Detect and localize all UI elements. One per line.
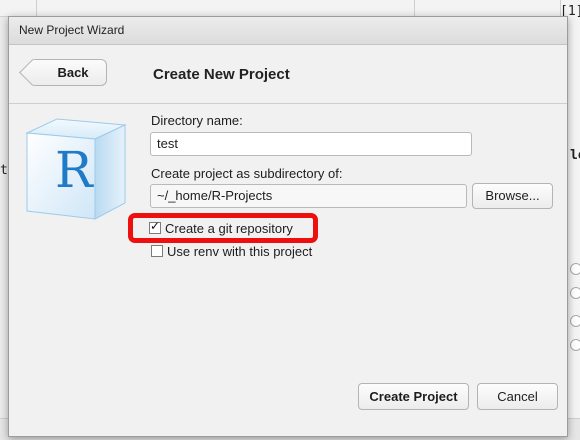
back-button[interactable]: Back (19, 59, 107, 86)
back-arrow-icon (19, 59, 46, 86)
new-project-dialog: New Project Wizard Back Create New Proje… (8, 16, 568, 437)
browse-button[interactable]: Browse... (472, 183, 553, 209)
subdirectory-input[interactable]: ~/_home/R-Projects (150, 184, 467, 208)
renv-checkbox-row[interactable]: Use renv with this project (151, 244, 351, 260)
background-pane-text: le (570, 148, 580, 163)
wizard-header: Back Create New Project (9, 45, 567, 103)
background-toolbar (0, 0, 580, 17)
background-editor-text: t (0, 163, 8, 178)
renv-label: Use renv with this project (167, 244, 313, 259)
directory-name-input[interactable]: test (150, 132, 472, 156)
dialog-title: New Project Wizard (19, 23, 125, 37)
background-radio (570, 287, 580, 299)
r-project-icon: R (25, 118, 127, 220)
renv-checkbox[interactable] (151, 245, 163, 257)
background-radio (570, 339, 580, 351)
header-divider (9, 103, 567, 104)
annotation-highlight-box (128, 213, 318, 243)
icon-letter: R (55, 141, 94, 199)
background-radio (570, 315, 580, 327)
create-project-button[interactable]: Create Project (358, 383, 469, 410)
directory-name-label: Directory name: (151, 113, 243, 128)
background-radio (570, 263, 580, 275)
dialog-titlebar: New Project Wizard (9, 17, 567, 45)
subdirectory-label: Create project as subdirectory of: (151, 166, 343, 181)
back-button-label: Back (57, 65, 89, 80)
cancel-button[interactable]: Cancel (477, 383, 558, 410)
page-title: Create New Project (153, 66, 290, 83)
